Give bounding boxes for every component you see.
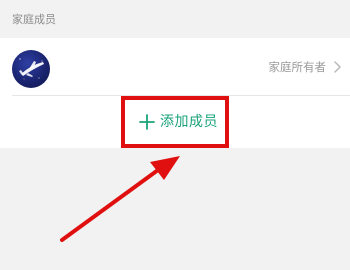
annotation-arrow [60, 156, 180, 242]
